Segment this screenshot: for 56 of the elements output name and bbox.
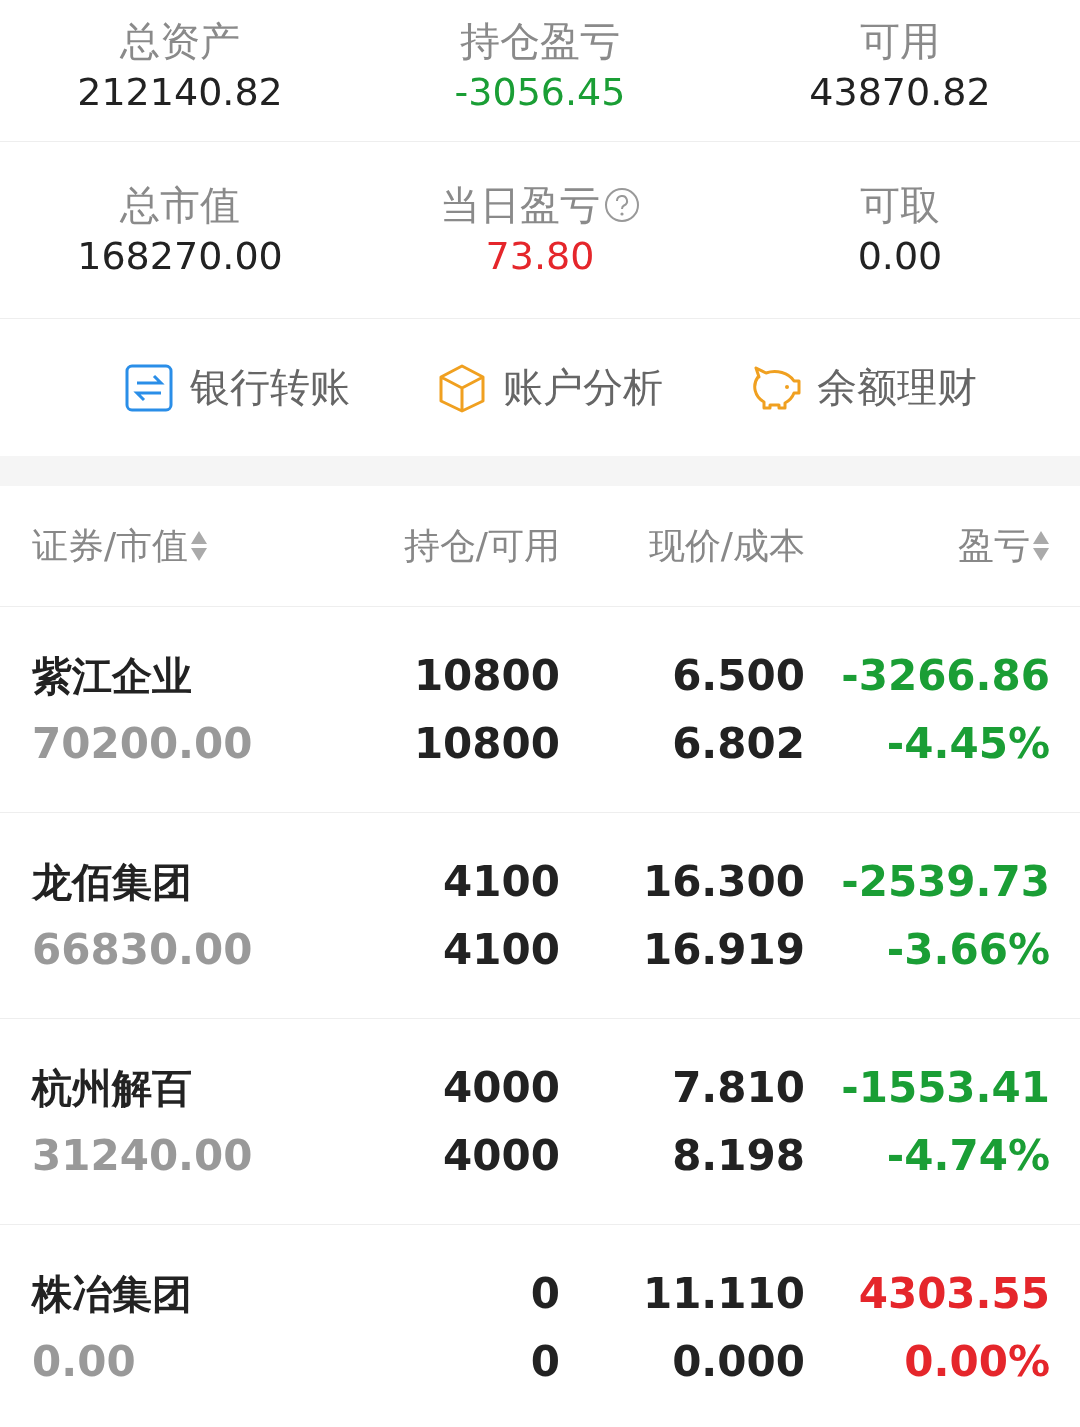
profit-loss: -2539.73 — [841, 860, 1050, 903]
summary-value: 0.00 — [857, 237, 943, 275]
summary-value: -3056.45 — [454, 73, 626, 111]
profit-loss-percent: -4.74% — [886, 1134, 1050, 1177]
summary-value: 168270.00 — [77, 237, 283, 275]
action-button[interactable]: 余额理财 — [749, 360, 978, 415]
stock-name[interactable]: 杭州解百 — [32, 1067, 392, 1108]
current-price: 16.300 — [642, 860, 805, 903]
market-value: 66830.00 — [32, 928, 253, 971]
column-header[interactable]: 盈亏 — [958, 521, 1050, 571]
cube-icon — [437, 362, 487, 413]
market-value: 31240.00 — [32, 1134, 253, 1177]
available-quantity: 10800 — [413, 722, 560, 765]
transfer-icon — [123, 362, 174, 413]
available-quantity: 4000 — [443, 1134, 560, 1177]
cost-price: 8.198 — [672, 1134, 805, 1177]
holding-quantity: 0 — [530, 1272, 560, 1315]
cost-price: 16.919 — [642, 928, 805, 971]
current-price: 11.110 — [642, 1272, 805, 1315]
summary-label: 总资产 — [120, 21, 240, 61]
column-header[interactable]: 现价/成本 — [648, 521, 805, 571]
cost-price: 6.802 — [672, 722, 805, 765]
profit-loss-percent: -4.45% — [886, 722, 1050, 765]
holding-quantity: 4000 — [443, 1066, 560, 1109]
action-button[interactable]: 账户分析 — [437, 360, 663, 415]
profit-loss-percent: -3.66% — [886, 928, 1050, 971]
sort-icon — [190, 529, 209, 563]
action-button[interactable]: 银行转账 — [123, 360, 350, 415]
summary-value: 43870.82 — [809, 73, 991, 111]
summary-value: 212140.82 — [77, 73, 283, 111]
current-price: 7.810 — [672, 1066, 805, 1109]
profit-loss: 4303.55 — [858, 1272, 1050, 1315]
market-value: 0.00 — [32, 1340, 136, 1383]
holding-quantity: 10800 — [413, 654, 560, 697]
profit-loss-percent: 0.00% — [904, 1340, 1050, 1383]
help-icon[interactable] — [604, 187, 640, 223]
stock-name[interactable]: 紫江企业 — [32, 655, 392, 696]
holding-quantity: 4100 — [443, 860, 560, 903]
summary-label: 可用 — [860, 21, 940, 61]
available-quantity: 4100 — [443, 928, 560, 971]
stock-name[interactable]: 龙佰集团 — [32, 861, 392, 902]
column-header[interactable]: 证券/市值 — [32, 521, 209, 571]
summary-label: 总市值 — [120, 185, 240, 225]
profit-loss: -1553.41 — [841, 1066, 1050, 1109]
current-price: 6.500 — [672, 654, 805, 697]
cost-price: 0.000 — [672, 1340, 805, 1383]
summary-label: 当日盈亏 — [440, 185, 640, 225]
summary-label: 持仓盈亏 — [460, 21, 620, 61]
sort-icon — [1032, 529, 1050, 563]
stock-name[interactable]: 株冶集团 — [32, 1273, 392, 1314]
column-header[interactable]: 持仓/可用 — [403, 521, 560, 571]
summary-label: 可取 — [860, 185, 940, 225]
available-quantity: 0 — [530, 1340, 560, 1383]
market-value: 70200.00 — [32, 722, 253, 765]
profit-loss: -3266.86 — [841, 654, 1050, 697]
summary-value: 73.80 — [485, 237, 595, 275]
